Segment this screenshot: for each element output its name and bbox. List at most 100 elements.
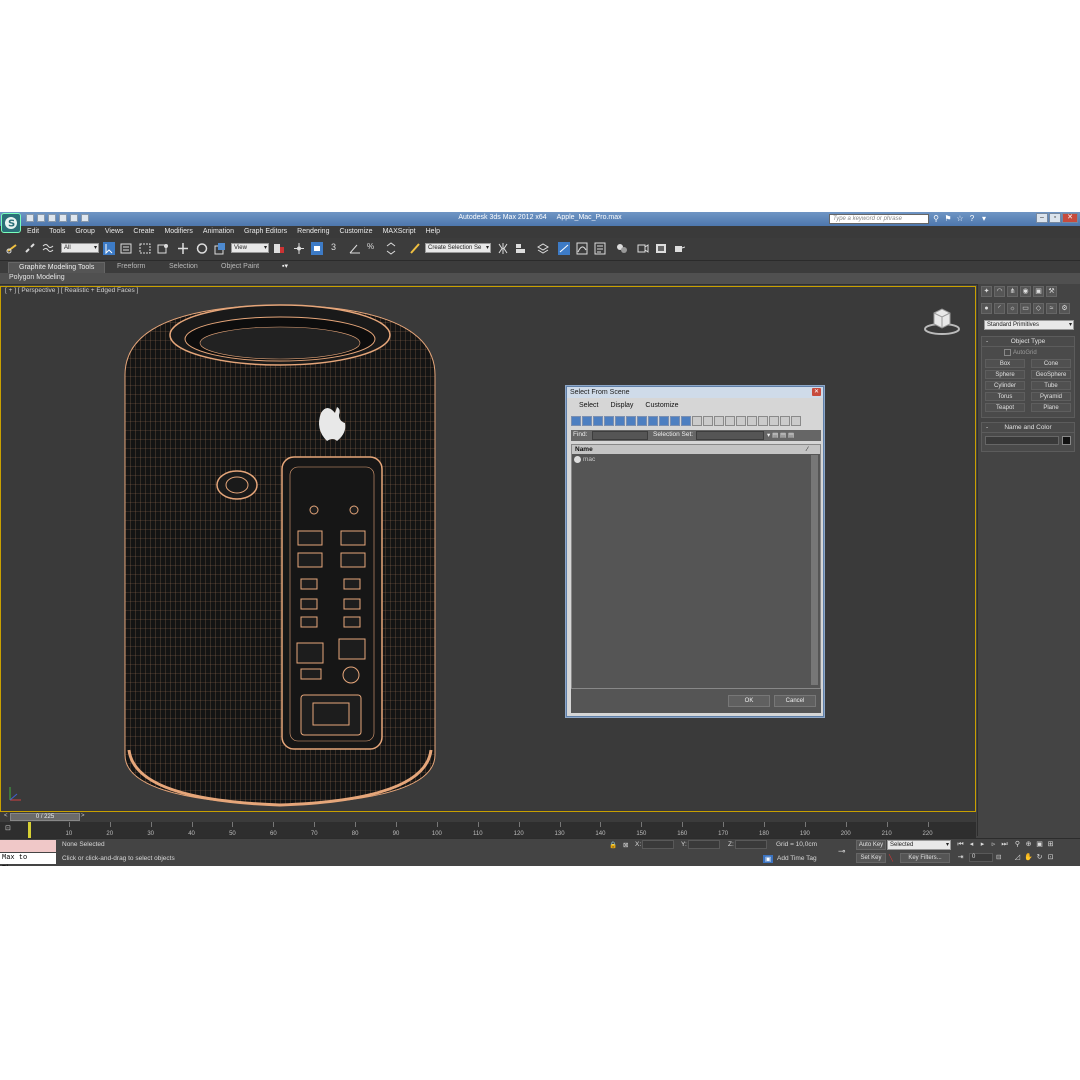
set-key-button[interactable]: Set Key	[856, 853, 886, 863]
percent-snap-icon[interactable]: %	[367, 242, 379, 255]
display-hidden-icon[interactable]	[692, 416, 702, 426]
dialog-title-bar[interactable]: Select From Scene	[567, 387, 823, 398]
star-icon[interactable]: ☆	[956, 214, 964, 223]
app-logo-icon[interactable]: S	[1, 213, 21, 233]
go-to-start-icon[interactable]: ⏮	[956, 840, 965, 849]
teapot-button[interactable]: Teapot	[985, 403, 1025, 413]
help-dropdown-icon[interactable]: ▾	[980, 214, 988, 223]
key-mode-dropdown[interactable]: Selected ▾	[887, 840, 951, 850]
select-manipulate-icon[interactable]	[293, 242, 305, 255]
time-slider-thumb[interactable]: 0 / 225	[10, 813, 80, 821]
tube-button[interactable]: Tube	[1031, 381, 1071, 391]
bind-spacewarp-icon[interactable]	[42, 242, 54, 255]
keyboard-shortcut-override-icon[interactable]	[311, 242, 323, 255]
time-slider-next-icon[interactable]: >	[81, 813, 85, 819]
lights-icon[interactable]: ☼	[1007, 303, 1018, 314]
field-of-view-icon[interactable]: ◿	[1013, 853, 1022, 862]
display-bones-icon[interactable]	[659, 416, 669, 426]
pan-view-icon[interactable]: ✋	[1024, 853, 1033, 862]
render-setup-icon[interactable]	[637, 242, 649, 255]
key-mode-toggle-icon[interactable]: ⇥	[956, 853, 965, 862]
angle-snap-icon[interactable]	[349, 242, 361, 255]
cameras-icon[interactable]: ▭	[1020, 303, 1031, 314]
next-frame-icon[interactable]: ▹	[989, 840, 998, 849]
display-tab-icon[interactable]: ▣	[1033, 286, 1044, 297]
select-by-name-icon[interactable]	[120, 242, 132, 255]
material-editor-icon[interactable]	[616, 242, 628, 255]
zoom-extents-all-icon[interactable]: ⊞	[1046, 840, 1055, 849]
key-icon[interactable]: ⊸	[838, 846, 846, 857]
menu-modifiers[interactable]: Modifiers	[159, 226, 197, 238]
object-name-field[interactable]	[985, 436, 1059, 445]
move-icon[interactable]	[177, 242, 189, 255]
play-icon[interactable]: ▸	[978, 840, 987, 849]
dialog-menu-display[interactable]: Display	[604, 401, 639, 411]
display-shapes-icon[interactable]	[582, 416, 592, 426]
menu-views[interactable]: Views	[100, 226, 129, 238]
absolute-mode-icon[interactable]: ⊠	[623, 841, 628, 849]
key-filters-button[interactable]: Key Filters...	[900, 853, 950, 863]
torus-button[interactable]: Torus	[985, 392, 1025, 402]
helpers-icon[interactable]: ◇	[1033, 303, 1044, 314]
display-spacewarps-icon[interactable]	[626, 416, 636, 426]
hierarchy-tab-icon[interactable]: ⋔	[1007, 286, 1018, 297]
edit-named-selection-icon[interactable]	[409, 242, 421, 255]
filter-options-icon[interactable]	[791, 416, 801, 426]
display-none-icon[interactable]	[714, 416, 724, 426]
maxscript-mini-listener[interactable]: Max to Physc.	[0, 853, 56, 866]
zoom-icon[interactable]: ⚲	[1013, 840, 1022, 849]
tab-freeform[interactable]: Freeform	[117, 262, 145, 272]
graphite-toggle-icon[interactable]	[558, 242, 570, 255]
name-column-header[interactable]: Name ⁄	[572, 445, 820, 454]
geosphere-button[interactable]: GeoSphere	[1031, 370, 1071, 380]
sphere-button[interactable]: Sphere	[985, 370, 1025, 380]
link-icon[interactable]	[6, 242, 18, 255]
current-frame-field[interactable]: 0	[969, 853, 993, 862]
systems-icon[interactable]: ⚙	[1059, 303, 1070, 314]
go-to-end-icon[interactable]: ⏭	[1000, 840, 1009, 849]
menu-maxscript[interactable]: MAXScript	[378, 226, 421, 238]
selection-set-dropdown[interactable]	[696, 431, 764, 440]
cone-button[interactable]: Cone	[1031, 359, 1071, 369]
pivot-center-icon[interactable]	[273, 242, 285, 255]
time-tag-icon[interactable]: ▣	[763, 855, 774, 863]
perspective-viewport[interactable]: [ + ] [ Perspective ] [ Realistic + Edge…	[0, 286, 976, 812]
menu-customize[interactable]: Customize	[334, 226, 377, 238]
add-time-tag[interactable]: Add Time Tag	[777, 855, 817, 862]
window-crossing-icon[interactable]	[157, 242, 169, 255]
menu-tools[interactable]: Tools	[44, 226, 70, 238]
name-and-color-header[interactable]: - Name and Color	[982, 423, 1074, 433]
menu-help[interactable]: Help	[421, 226, 445, 238]
filter-icon[interactable]	[780, 416, 790, 426]
z-coordinate-field[interactable]	[735, 840, 767, 849]
selection-filter-dropdown[interactable]: All ▾	[61, 243, 99, 253]
search-input[interactable]: Type a keyword or phrase	[829, 214, 929, 224]
time-slider[interactable]: < 0 / 225 >	[0, 812, 976, 822]
minimize-button[interactable]: –	[1036, 213, 1048, 223]
previous-frame-icon[interactable]: ◂	[967, 840, 976, 849]
sync-selection-icon[interactable]	[736, 416, 746, 426]
layer-manager-icon[interactable]	[537, 242, 549, 255]
scale-icon[interactable]	[214, 242, 226, 255]
dialog-close-button[interactable]: ✕	[812, 388, 821, 396]
display-frozen-icon[interactable]	[681, 416, 691, 426]
selection-set-options-icon[interactable]: ▾ ▤ ▤ ▤	[767, 431, 794, 439]
reference-coordinate-dropdown[interactable]: View ▾	[231, 243, 269, 253]
object-color-swatch[interactable]	[1062, 436, 1071, 445]
plane-button[interactable]: Plane	[1031, 403, 1071, 413]
menu-create[interactable]: Create	[128, 226, 159, 238]
object-type-header[interactable]: - Object Type	[982, 337, 1074, 347]
cancel-button[interactable]: Cancel	[774, 695, 816, 707]
geometry-icon[interactable]: ●	[981, 303, 992, 314]
time-slider-prev-icon[interactable]: <	[4, 813, 9, 821]
utilities-tab-icon[interactable]: ⚒	[1046, 286, 1057, 297]
viewcube-icon[interactable]	[919, 303, 965, 337]
display-groups-icon[interactable]	[637, 416, 647, 426]
list-scrollbar[interactable]	[811, 455, 818, 685]
close-button[interactable]: ✕	[1062, 213, 1078, 223]
display-invert-icon[interactable]	[725, 416, 735, 426]
menu-graph-editors[interactable]: Graph Editors	[239, 226, 292, 238]
shapes-icon[interactable]: ◜	[994, 303, 1005, 314]
schematic-view-icon[interactable]	[594, 242, 606, 255]
rendered-frame-window-icon[interactable]	[655, 242, 667, 255]
